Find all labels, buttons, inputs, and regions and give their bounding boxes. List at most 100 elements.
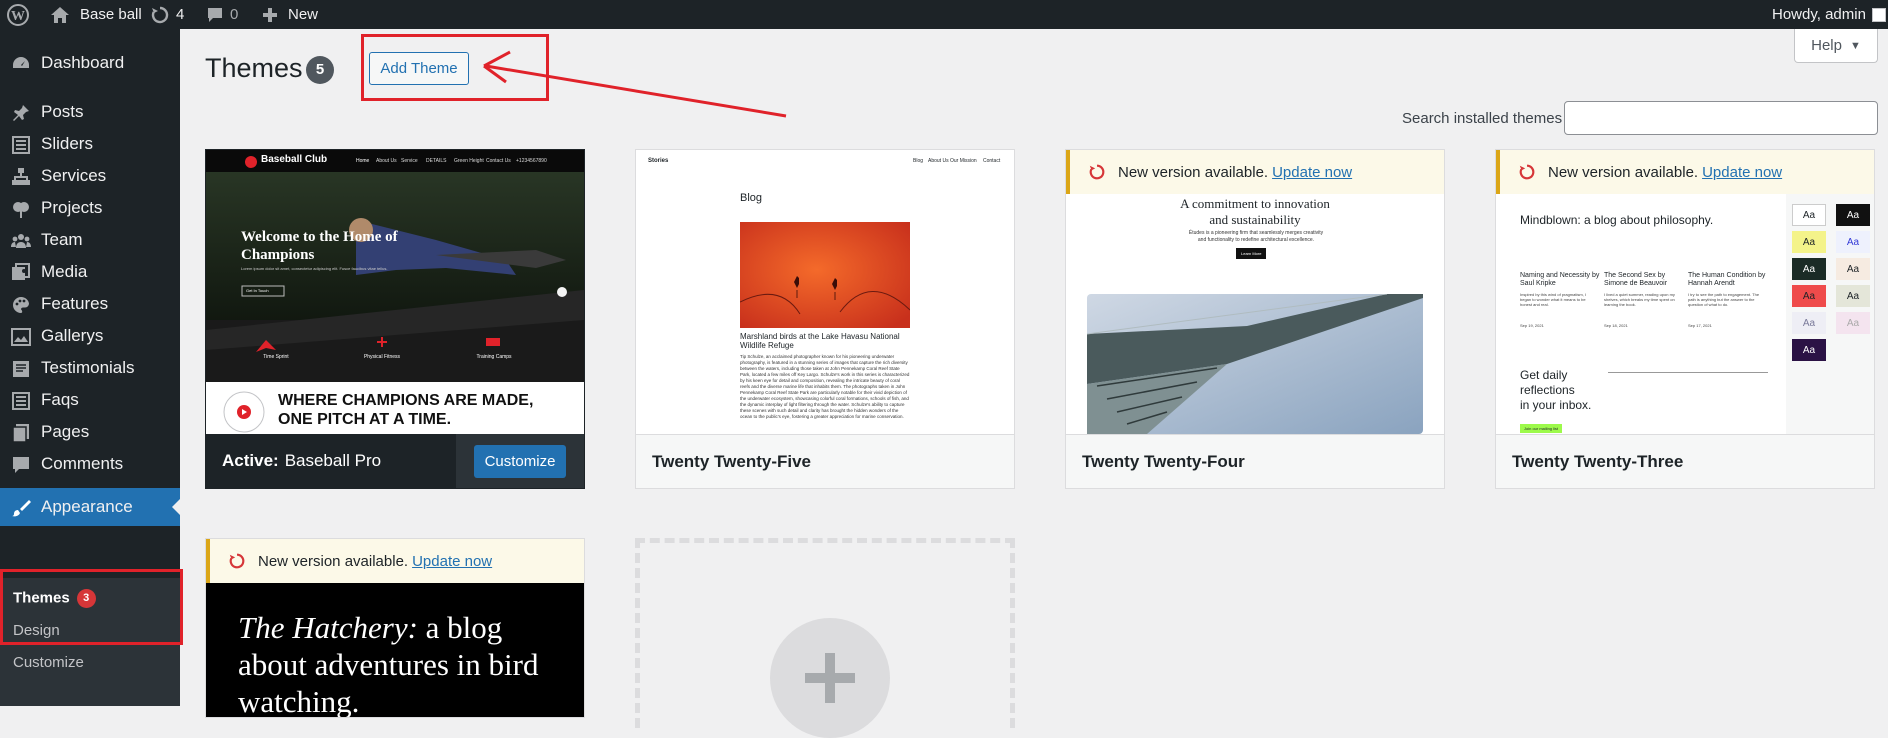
preview-building-photo <box>1087 294 1423 434</box>
style-swatch: Aa <box>1836 258 1870 280</box>
new-content-link[interactable]: New <box>262 0 318 29</box>
preview-post-excerpt: I try to see the path to engagement. The… <box>1688 292 1760 307</box>
preview-nav-item: Blog <box>913 158 924 164</box>
theme-name: Baseball Pro <box>284 451 382 470</box>
preview-post-title: The Second Sex by Simone de Beauvoir <box>1604 272 1668 287</box>
help-tab-button[interactable]: Help ▼ <box>1794 29 1878 63</box>
site-name-link[interactable]: Base ball <box>50 0 142 29</box>
sidebar-item-label: Gallerys <box>41 326 104 345</box>
portfolio-icon <box>13 202 29 218</box>
sidebar-item-label: Media <box>41 262 88 281</box>
theme-card-twenty-twenty-two[interactable]: New version available. Update now The Ha… <box>205 538 585 718</box>
preview-heading-line1: A commitment to innovation <box>1180 196 1330 211</box>
search-themes-input[interactable] <box>1564 101 1878 135</box>
plus-icon <box>805 653 855 703</box>
preview-nav-item: DETAILS <box>426 158 447 164</box>
comment-bubble-icon <box>208 7 222 22</box>
update-notice: New version available. Update now <box>1066 150 1444 194</box>
sidebar-item-label: Sliders <box>41 134 93 153</box>
preview-nav-item: Service <box>401 158 418 164</box>
theme-name: Twenty Twenty-Five <box>652 451 812 471</box>
preview-button: Learn More <box>1236 248 1267 259</box>
page-title: Themes <box>205 53 303 83</box>
comment-icon <box>13 457 29 473</box>
sidebar-item-label: Appearance <box>41 497 133 516</box>
style-swatch: Aa <box>1836 231 1870 253</box>
preview-slogan-line2: ONE PITCH AT A TIME. <box>278 411 452 428</box>
preview-site-title: Stories <box>648 158 669 164</box>
customize-button[interactable]: Customize <box>456 434 584 488</box>
sidebar-item-label: Team <box>41 230 83 249</box>
admin-bar: W Base ball 4 0 New Howdy, admin <box>0 0 1888 29</box>
annotation-arrow-icon <box>483 50 787 118</box>
preview-nav-item: Green Height <box>454 158 484 164</box>
gallery-icon <box>11 328 31 346</box>
style-swatch: Aa <box>1836 312 1870 334</box>
sidebar-item-dashboard[interactable]: Dashboard <box>0 44 180 82</box>
search-label: Search installed themes <box>1402 110 1563 127</box>
style-swatch: Aa <box>1836 204 1870 226</box>
preview-nav-item: Contact Us <box>486 158 511 164</box>
theme-count-badge: 5 <box>306 56 334 84</box>
update-icon <box>229 553 245 569</box>
help-label: Help <box>1811 37 1842 54</box>
comments-link[interactable]: 0 <box>206 0 238 29</box>
customize-label: Customize <box>473 444 567 478</box>
sidebar-item-appearance[interactable]: Appearance <box>0 488 180 526</box>
preview-nav-item: Home <box>356 158 370 164</box>
preview-feature: Time Sprint <box>263 354 289 360</box>
my-account-link[interactable]: Howdy, admin <box>1772 0 1886 29</box>
preview-bird-photo <box>740 222 910 328</box>
wordpress-logo-icon[interactable]: W <box>7 0 29 29</box>
preview-subscribe-button: Join our mailing list <box>1520 424 1563 433</box>
sidebar-item-label: Projects <box>41 198 103 217</box>
preview-body: Lorem ipsum dolor sit amet, consectetur … <box>241 266 388 271</box>
preview-nav-item: Contact <box>983 158 1001 164</box>
preview-headline-italic: The Hatchery: <box>238 610 418 645</box>
preview-nav-item: +1234567890 <box>516 158 547 164</box>
preview-nav-item: About Us <box>928 158 949 164</box>
avatar <box>1871 7 1886 22</box>
list-icon <box>12 392 30 410</box>
preview-logo: Baseball Club <box>261 154 328 165</box>
sidebar-item-label: Comments <box>41 454 124 473</box>
theme-card-baseball-pro[interactable]: Baseball Club Home About Us Service DETA… <box>205 149 585 489</box>
preview-post-title: The Human Condition by Hannah Arendt <box>1688 272 1766 287</box>
preview-cta-button: Get In Touch <box>246 288 269 293</box>
network-icon <box>12 168 30 185</box>
sidebar-item-label: Pages <box>41 422 90 441</box>
pin-icon <box>13 105 29 121</box>
preview-post-date: Sep 18, 2021 <box>1604 323 1628 328</box>
preview-post-title: Naming and Necessity by Saul Kripke <box>1520 272 1600 287</box>
theme-screenshot: Baseball Club Home About Us Service DETA… <box>206 150 584 434</box>
add-new-theme-card[interactable] <box>635 538 1015 738</box>
update-now-link[interactable]: Update now <box>1702 164 1782 181</box>
annotation-highlight-box <box>0 569 183 645</box>
updates-link[interactable]: 4 <box>150 0 184 29</box>
preview-slogan-line1: WHERE CHAMPIONS ARE MADE, <box>278 392 534 409</box>
sidebar-item-comments[interactable]: Comments <box>0 445 180 483</box>
testimonial-icon <box>13 361 29 377</box>
update-now-link[interactable]: Update now <box>412 553 492 570</box>
theme-card-twenty-twenty-five[interactable]: Stories Blog About Us Our Mission Contac… <box>635 149 1015 489</box>
howdy-text: Howdy, admin <box>1772 6 1866 23</box>
preview-body: Tip Schulze, an acclaimed photographer k… <box>740 354 910 419</box>
preview-subscribe-line2: reflections <box>1520 383 1575 397</box>
updates-count: 4 <box>176 6 185 23</box>
theme-name-bar: Twenty Twenty-Three <box>1496 434 1874 488</box>
preview-nav-item: About Us <box>376 158 397 164</box>
home-icon <box>51 6 69 23</box>
preview-heading-line2: and sustainability <box>1209 212 1301 227</box>
theme-screenshot: Stories Blog About Us Our Mission Contac… <box>636 150 1014 434</box>
theme-card-twenty-twenty-four[interactable]: New version available. Update now A comm… <box>1065 149 1445 489</box>
sidebar-item-label: Features <box>41 294 109 313</box>
theme-card-twenty-twenty-three[interactable]: New version available. Update now Mindbl… <box>1495 149 1875 489</box>
site-name: Base ball <box>80 6 142 23</box>
slides-icon <box>12 136 30 154</box>
update-now-link[interactable]: Update now <box>1272 164 1352 181</box>
submenu-item-customize[interactable]: Customize <box>13 654 84 671</box>
active-theme-bar: Active: Baseball Pro Customize <box>206 434 584 488</box>
groups-icon <box>11 234 31 248</box>
sidebar-item-label: Services <box>41 166 107 185</box>
updates-icon <box>151 6 169 23</box>
